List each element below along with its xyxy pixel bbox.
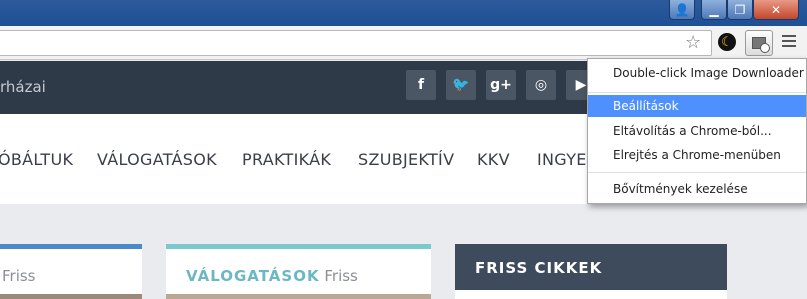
widget-title: FRISS CIKKEK: [475, 259, 603, 277]
chrome-menu-icon[interactable]: [782, 35, 796, 50]
window-titlebar: 👤 ▁ ❐ ✕: [0, 0, 807, 26]
minimize-button[interactable]: ▁: [701, 0, 727, 20]
nav-item-praktikak[interactable]: PRAKTIKÁK: [242, 150, 331, 169]
browser-toolbar: ☆: [0, 26, 807, 60]
menu-item-remove[interactable]: Eltávolítás a Chrome-ból...: [588, 120, 806, 142]
article-card[interactable]: VÁLOGATÁSOK Friss: [166, 244, 431, 299]
widget-header: FRISS CIKKEK: [455, 244, 727, 290]
latest-articles-widget: FRISS CIKKEK: [455, 244, 727, 299]
twitter-icon[interactable]: 🐦: [446, 70, 476, 100]
close-window-button[interactable]: ✕: [753, 0, 799, 20]
card-category: Friss: [2, 267, 36, 285]
image-downloader-extension-icon[interactable]: [745, 30, 773, 56]
article-card[interactable]: Friss: [0, 244, 142, 299]
address-bar[interactable]: [0, 30, 712, 56]
menu-item-hide[interactable]: Elrejtés a Chrome-menüben: [588, 144, 806, 166]
minimize-icon: ▁: [709, 2, 719, 17]
menu-separator: [588, 172, 806, 173]
person-icon: 👤: [674, 2, 690, 17]
restore-icon: ❐: [734, 2, 746, 17]
nav-item-szubjektiv[interactable]: SZUBJEKTÍV: [358, 150, 454, 169]
google-plus-icon[interactable]: g+: [486, 70, 516, 100]
profile-button[interactable]: 👤: [669, 0, 695, 20]
menu-item-settings[interactable]: Beállítások: [588, 95, 806, 117]
site-tagline: rházai: [0, 78, 46, 96]
instagram-icon[interactable]: ◎: [526, 70, 556, 100]
card-subcategory: Friss: [324, 267, 358, 285]
nav-item-kkv[interactable]: KKV: [477, 150, 510, 169]
article-photo[interactable]: [0, 294, 142, 299]
nav-item-probaltuk[interactable]: ÓBÁLTUK: [0, 150, 73, 169]
night-mode-extension-icon[interactable]: ☾: [718, 33, 736, 51]
bookmark-star-icon[interactable]: ☆: [685, 32, 701, 53]
extension-context-menu: Double-click Image Downloader Beállításo…: [587, 58, 807, 204]
menu-separator: [588, 92, 806, 93]
card-category[interactable]: VÁLOGATÁSOK: [186, 267, 320, 285]
menu-item-manage-extensions[interactable]: Bővítmények kezelése: [588, 178, 806, 200]
menu-item-extension-name[interactable]: Double-click Image Downloader: [588, 62, 806, 84]
nav-item-valogatasok[interactable]: VÁLOGATÁSOK: [97, 150, 217, 169]
article-photo[interactable]: [166, 294, 431, 299]
restore-button[interactable]: ❐: [727, 0, 753, 20]
close-icon: ✕: [770, 2, 782, 17]
facebook-icon[interactable]: f: [406, 70, 436, 100]
